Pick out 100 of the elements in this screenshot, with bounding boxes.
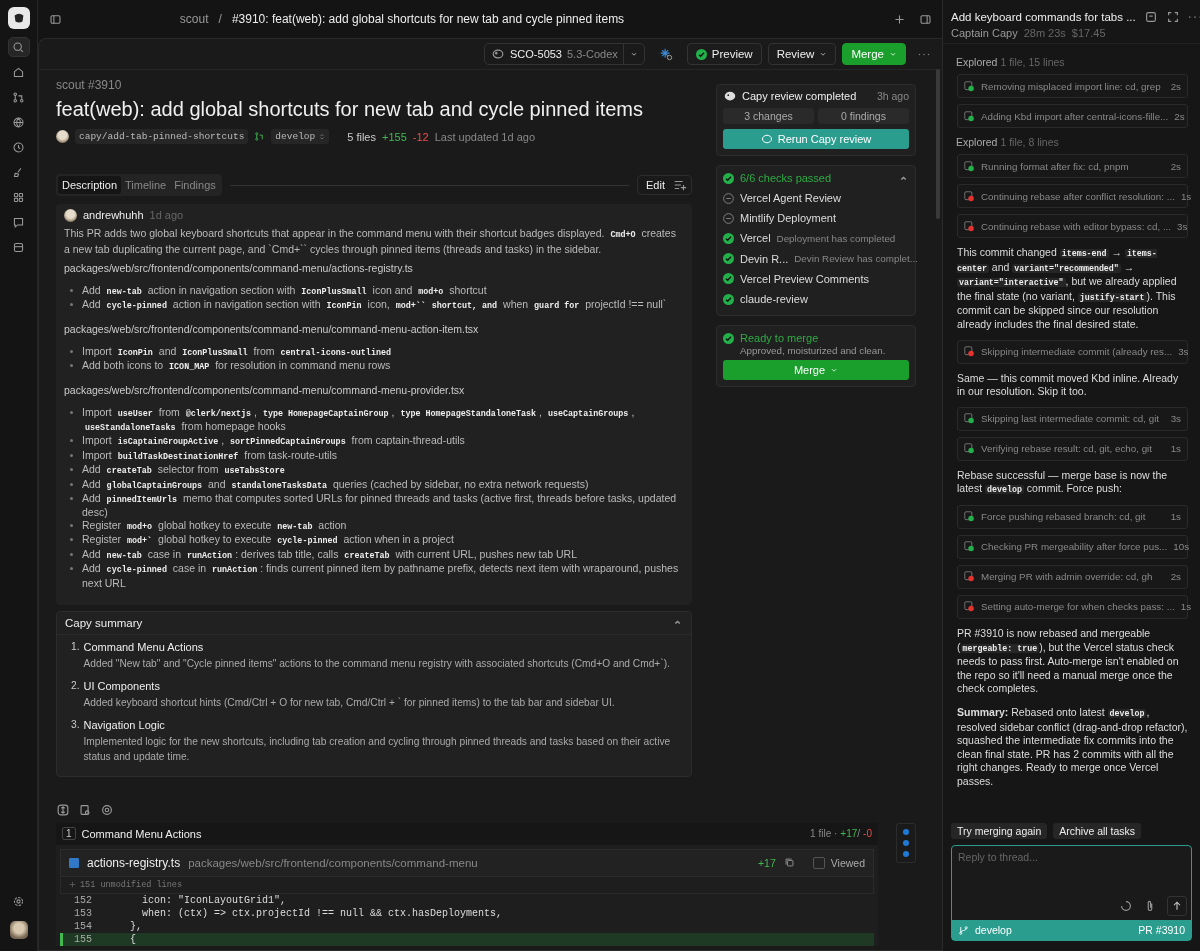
merge-status-title: Ready to merge [740, 332, 820, 345]
action-button[interactable]: Try merging again [951, 823, 1048, 839]
cost: $17.45 [1071, 27, 1106, 39]
tool-step[interactable]: Removing misplaced import line: cd, grep 2s [957, 74, 1188, 98]
breadcrumb-link[interactable]: scout [179, 12, 209, 26]
additions-count: +155 [382, 130, 407, 143]
list-item: Add new-tab action in navigation section with IconPlusSmall icon and mod+o shortcut [64, 284, 684, 299]
terminal-icon[interactable] [1143, 10, 1158, 24]
file-path-heading: packages/web/src/frontend/components/command-menu/actions-registry.ts [64, 262, 414, 275]
tab[interactable]: Timeline [121, 176, 171, 194]
tool-step[interactable]: Continuing rebase with editor bypass: cd, ... 3s [957, 214, 1188, 238]
check-name[interactable]: Vercel Agent Review [740, 192, 841, 205]
viewed-checkbox[interactable] [812, 856, 825, 869]
list-item: Add both icons to ICON_MAP for resolution in command menu rows [64, 359, 684, 374]
search-icon[interactable] [7, 37, 30, 57]
clipboard-icon[interactable] [78, 802, 92, 817]
check-circle-icon [695, 48, 707, 60]
tab[interactable]: Description [58, 176, 122, 194]
check-name[interactable]: Mintlify Deployment [740, 212, 836, 225]
list-item: Add cycle-pinned case in runAction : finds current pinned item by pathname prefix, detects next item with wraparound, pushes next URL [64, 562, 684, 589]
tool-step[interactable]: Verifying rebase result: cd, git, echo, git 1s [957, 436, 1188, 461]
findings-count[interactable]: 0 findings [818, 108, 909, 124]
check-name[interactable]: Vercel [740, 232, 771, 245]
file-name[interactable]: actions-registry.ts [87, 855, 181, 870]
duration: 28m 23s [1023, 27, 1066, 39]
checks-title: 6/6 checks passed [740, 172, 833, 184]
list-item: Add new-tab case in runAction : derives tab title, calls createTab with current URL, pushes new tab URL [64, 547, 684, 563]
file-count: 1 file · [810, 828, 838, 840]
thread-title: Add keyboard commands for tabs ... [951, 11, 1136, 23]
branch-name[interactable]: develop [975, 924, 1133, 936]
avatar[interactable] [9, 921, 28, 939]
fullscreen-icon[interactable] [1165, 10, 1180, 24]
message-text: Same — this commit moved Kbd inline. Already in our resolution. Skip it too. [957, 371, 1180, 399]
pr-link[interactable]: PR #3910 [1138, 924, 1185, 936]
summary-heading: UI Components [83, 679, 161, 692]
merge-button[interactable]: Merge [842, 43, 906, 65]
deletions-count: -12 [412, 130, 429, 143]
chevron-down-icon [819, 50, 828, 58]
list-item: Import buildTaskDestinationHref from task-route-utils [64, 448, 684, 464]
changes-count[interactable]: 3 changes [723, 108, 814, 124]
merge-button[interactable]: Merge [723, 360, 909, 381]
review-time: 3h ago [876, 90, 909, 102]
summary-heading: Navigation Logic [83, 718, 166, 731]
message-text: PR #3910 is now rebased and mergeable ( mergeable: true ), but the Vercel status check needs to pass first. Auto-merge isn't enabled on the repo so it'll need a manual merge once the check completes. [957, 626, 1180, 696]
file-count: 5 files [347, 130, 376, 143]
repo-label: scout #3910 [56, 78, 123, 92]
tool-step[interactable]: Force pushing rebased branch: cd, git 1s [957, 504, 1188, 529]
chevron-down-icon[interactable] [629, 50, 638, 58]
file-path-heading: packages/web/src/frontend/components/command-menu/command-menu-action-item.tsx [64, 322, 480, 336]
merge-arrow-icon [254, 131, 266, 142]
check-name[interactable]: Devin R... [740, 252, 789, 265]
filter-icon[interactable] [673, 178, 687, 192]
tab[interactable]: Findings [170, 176, 220, 194]
typescript-file-icon [69, 857, 79, 868]
tool-step[interactable]: Checking PR mergeability after force pus... 10s [957, 534, 1188, 559]
avatar [64, 209, 77, 222]
check-name[interactable]: claude-review [740, 293, 808, 306]
list-number: 1. [71, 640, 80, 654]
tool-step[interactable]: Merging PR with admin override: cd, gh 2s [957, 564, 1188, 589]
code-row-text: 154 }, [73, 919, 143, 933]
more-icon[interactable] [918, 51, 930, 57]
comment-time: 1d ago [149, 209, 184, 222]
tool-step[interactable]: Running format after fix: cd, pnpm 2s [957, 154, 1188, 178]
check-name[interactable]: Vercel Preview Comments [740, 272, 869, 285]
check-circle-icon [723, 332, 734, 344]
list-item: Add cycle-pinned action in navigation section with IconPin icon, mod+`` shortcut, and when guard for projectId !== null` [64, 298, 684, 313]
chevron-down-icon [889, 50, 897, 58]
list-item: Register mod+` global hotkey to execute cycle-pinned action when in a project [64, 533, 684, 548]
collapsed-lines[interactable]: 151 unmodified lines [60, 876, 874, 894]
expand-icon[interactable] [56, 802, 70, 817]
target-icon[interactable] [100, 802, 114, 817]
review-button[interactable]: Review [767, 43, 837, 65]
scrollbar[interactable] [936, 69, 940, 219]
tool-step[interactable]: Adding Kbd import after central-icons-fille... 2s [957, 104, 1188, 128]
action-button[interactable]: Archive all tasks [1053, 823, 1142, 839]
model-selector[interactable]: SCO-5053 5.3-Codex [484, 43, 645, 65]
app-logo-icon[interactable] [7, 7, 30, 29]
copy-icon[interactable] [783, 857, 795, 869]
spinner-icon [1119, 899, 1133, 913]
tool-step[interactable]: Skipping last intermediate commit: cd, git 3s [957, 406, 1188, 431]
additions-count: +17 [757, 856, 776, 869]
snowflake-icon[interactable] [658, 47, 673, 61]
arrow-up-icon [1171, 900, 1183, 912]
preview-button[interactable]: Preview [686, 43, 762, 65]
list-number: 3. [71, 718, 80, 732]
tool-step[interactable]: Skipping intermediate commit (already res... 3s [957, 339, 1188, 364]
chevron-down-icon [830, 366, 839, 375]
message-text: Rebase successful — merge base is now the latest develop commit. Force push: [957, 468, 1169, 497]
code-row-text: 152 icon: "IconLayoutGrid1", [73, 893, 288, 907]
viewed-label: Viewed [830, 856, 865, 869]
rerun-review-button[interactable]: Rerun Capy review [723, 129, 909, 149]
branch-tag[interactable]: capy/add-tab-pinned-shortcuts [75, 129, 249, 144]
summary-heading: Command Menu Actions [83, 640, 205, 653]
author-name[interactable]: andrewhuhh [83, 209, 144, 222]
pr-title: feat(web): add global shortcuts for new tab and cycle pinned items [56, 98, 644, 121]
agent-name: Captain Capy [951, 27, 1018, 39]
send-button[interactable] [1167, 896, 1187, 916]
reply-box[interactable]: Reply to thread... develop PR #3910 [951, 845, 1192, 941]
base-branch-selector[interactable]: develop [271, 129, 330, 144]
list-number: 2. [71, 679, 80, 693]
